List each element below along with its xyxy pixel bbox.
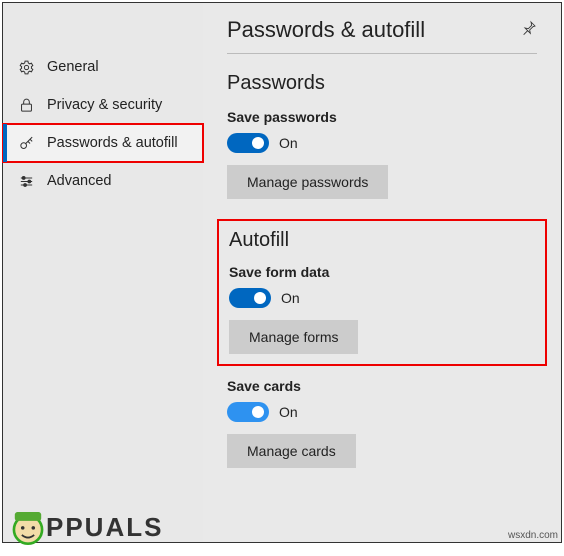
section-heading-autofill: Autofill — [229, 229, 535, 252]
manage-cards-button[interactable]: Manage cards — [227, 434, 356, 468]
manage-passwords-button[interactable]: Manage passwords — [227, 165, 388, 199]
save-form-data-toggle[interactable] — [229, 288, 271, 308]
sidebar-item-passwords-autofill[interactable]: Passwords & autofill — [3, 124, 203, 162]
save-passwords-toggle-row: On — [227, 133, 537, 153]
save-form-data-toggle-row: On — [229, 288, 535, 308]
gear-icon — [17, 58, 35, 76]
save-passwords-state: On — [279, 135, 298, 151]
save-cards-state: On — [279, 404, 298, 420]
sliders-icon — [17, 172, 35, 190]
save-cards-label: Save cards — [227, 378, 537, 394]
settings-sidebar: General Privacy & security Passwords & a… — [3, 3, 203, 542]
save-passwords-toggle[interactable] — [227, 133, 269, 153]
page-title: Passwords & autofill — [227, 17, 425, 43]
sidebar-item-advanced[interactable]: Advanced — [3, 162, 203, 200]
mascot-icon — [6, 505, 50, 549]
pin-icon[interactable] — [521, 20, 537, 41]
save-form-data-label: Save form data — [229, 264, 535, 280]
page-header: Passwords & autofill — [227, 17, 537, 43]
image-attribution: wsxdn.com — [508, 530, 558, 541]
divider — [227, 53, 537, 54]
brand-watermark: PPUALS — [6, 499, 163, 543]
sidebar-item-general[interactable]: General — [3, 48, 203, 86]
sidebar-item-label: Advanced — [47, 173, 112, 189]
sidebar-item-privacy[interactable]: Privacy & security — [3, 86, 203, 124]
sidebar-item-label: Passwords & autofill — [47, 135, 178, 151]
settings-main: Passwords & autofill Passwords Save pass… — [203, 3, 561, 542]
section-heading-passwords: Passwords — [227, 72, 537, 95]
manage-forms-button[interactable]: Manage forms — [229, 320, 358, 354]
save-passwords-label: Save passwords — [227, 109, 537, 125]
autofill-highlight-box: Autofill Save form data On Manage forms — [217, 219, 547, 366]
section-passwords: Passwords Save passwords On Manage passw… — [227, 72, 537, 219]
settings-window: General Privacy & security Passwords & a… — [2, 2, 562, 543]
save-cards-toggle-row: On — [227, 402, 537, 422]
key-icon — [17, 134, 35, 152]
sidebar-item-label: General — [47, 59, 99, 75]
lock-icon — [17, 96, 35, 114]
save-form-data-state: On — [281, 290, 300, 306]
sidebar-item-label: Privacy & security — [47, 97, 162, 113]
brand-text: PPUALS — [46, 512, 163, 543]
save-cards-toggle[interactable] — [227, 402, 269, 422]
